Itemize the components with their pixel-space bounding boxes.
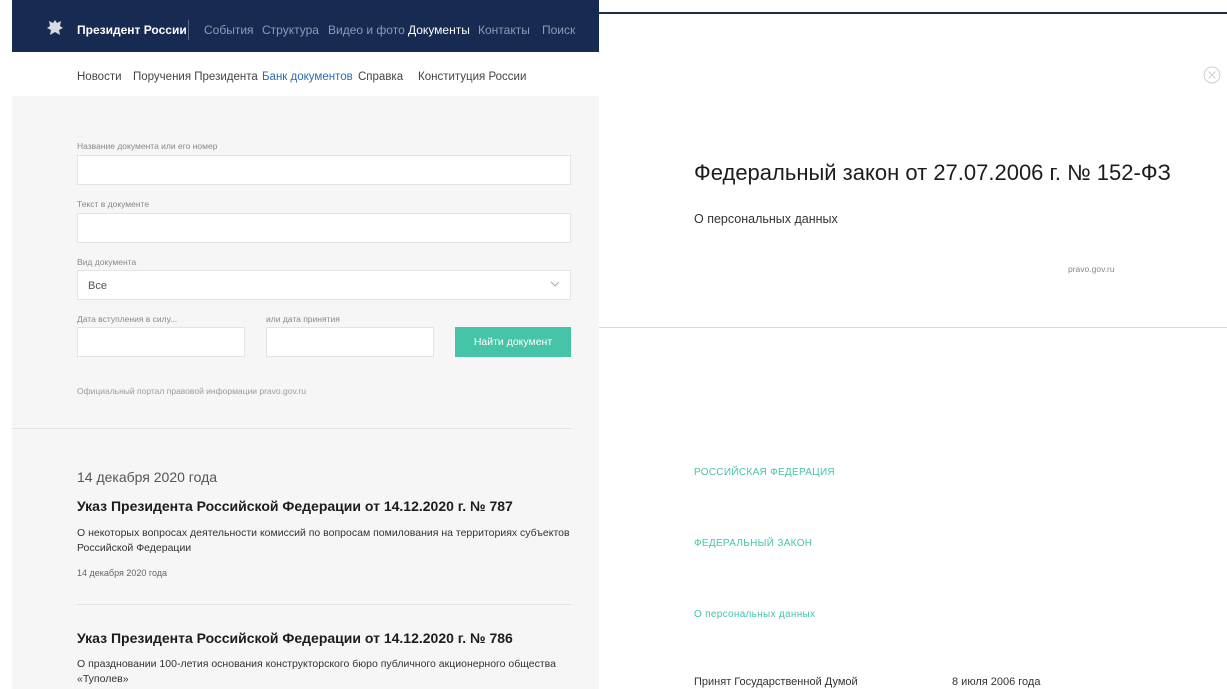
brand-separator [188,20,189,40]
chevron-down-icon [550,281,560,287]
document-text-input[interactable] [77,213,571,243]
adopted-by-label: Принят Государственной Думой [694,676,858,688]
result-description: О праздновании 100-летия основания конст… [77,658,556,685]
nav-contacts[interactable]: Контакты [478,23,530,37]
name-field-label: Название документа или его номер [77,141,218,151]
result-description: О некоторых вопросах деятельности комисс… [77,527,570,554]
find-document-button[interactable]: Найти документ [455,327,571,357]
site-brand-link[interactable]: Президент России [77,23,187,37]
nav-structure[interactable]: Структура [262,23,319,37]
top-border-line [599,12,1227,14]
nav-video-photo[interactable]: Видео и фото [328,23,405,37]
date-force-input[interactable] [77,327,245,357]
close-icon[interactable] [1203,66,1221,84]
nav-events[interactable]: События [204,23,254,37]
document-subject-heading: О персональных данных [694,609,816,620]
coat-of-arms-icon[interactable] [45,18,65,38]
sub-navigation: Новости Поручения Президента Банк докуме… [12,52,599,96]
subnav-constitution[interactable]: Конституция России [418,71,526,83]
document-source-link[interactable]: pravo.gov.ru [1068,264,1115,274]
left-panel: Президент России События Структура Видео… [12,0,599,689]
subnav-reference[interactable]: Справка [358,71,403,83]
result-title-link[interactable]: Указ Президента Российской Федерации от … [77,630,513,646]
document-title: Федеральный закон от 27.07.2006 г. № 152… [694,160,1171,185]
result-title-link[interactable]: Указ Президента Российской Федерации от … [77,498,513,514]
document-country-heading: РОССИЙСКАЯ ФЕДЕРАЦИЯ [694,467,835,478]
type-field-label: Вид документа [77,257,137,267]
nav-search[interactable]: Поиск [542,23,575,37]
subnav-document-bank[interactable]: Банк документов [262,71,353,83]
date-adopted-label: или дата принятия [266,314,340,324]
result-date: 14 декабря 2020 года [77,568,168,578]
top-navigation-bar: Президент России События Структура Видео… [12,0,599,52]
date-force-label: Дата вступления в силу... [77,314,178,324]
form-divider [12,428,571,429]
section-divider [599,327,1227,328]
document-detail-panel: Федеральный закон от 27.07.2006 г. № 152… [599,0,1227,689]
text-field-label: Текст в документе [77,199,150,209]
portal-note-link[interactable]: Официальный портал правовой информации p… [77,386,306,396]
subnav-instructions[interactable]: Поручения Президента [133,71,258,83]
document-subtitle: О персональных данных [694,212,838,226]
results-date-heading: 14 декабря 2020 года [77,469,218,485]
date-adopted-input[interactable] [266,327,434,357]
document-type-select[interactable]: Все [77,270,571,300]
nav-documents[interactable]: Документы [408,23,470,37]
subnav-news[interactable]: Новости [77,71,122,83]
document-name-input[interactable] [77,155,571,185]
document-type-value: Все [88,280,107,292]
result-divider [77,604,571,605]
document-type-heading: ФЕДЕРАЛЬНЫЙ ЗАКОН [694,538,813,549]
adopted-date: 8 июля 2006 года [952,676,1041,688]
